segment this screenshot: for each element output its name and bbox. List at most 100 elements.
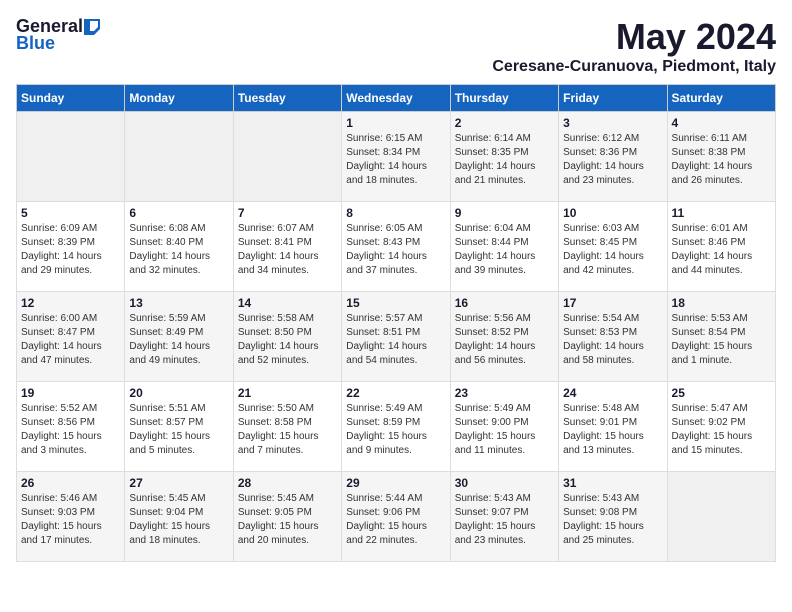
calendar-cell: 26Sunrise: 5:46 AM Sunset: 9:03 PM Dayli… <box>17 472 125 562</box>
calendar-cell: 31 Sunrise: 5:43 AM Sunset: 9:08 PM Dayli… <box>559 472 667 562</box>
day-info: Sunrise: 6:05 AM Sunset: 8:43 PM Dayligh… <box>346 222 445 278</box>
location-title: Ceresane-Curanuova, Piedmont, Italy <box>492 58 776 76</box>
calendar-body: 1 Sunrise: 6:15 AM Sunset: 8:34 PM Daylig… <box>17 112 776 562</box>
day-info: Sunrise: 5:50 AM Sunset: 8:58 PM Dayligh… <box>238 402 337 458</box>
day-info: Sunrise: 5:47 AM Sunset: 9:02 PM Dayligh… <box>672 402 771 458</box>
day-number: 17 <box>563 296 662 310</box>
day-number: 15 <box>346 296 445 310</box>
calendar-week-row: 5 Sunrise: 6:09 AM Sunset: 8:39 PM Daylig… <box>17 202 776 292</box>
calendar-table: SundayMondayTuesdayWednesdayThursdayFrid… <box>16 84 776 562</box>
calendar-cell: 14 Sunrise: 5:58 AM Sunset: 8:50 PM Dayli… <box>233 292 341 382</box>
day-info: Sunrise: 5:46 AM Sunset: 9:03 PM Dayligh… <box>21 492 120 548</box>
calendar-cell <box>233 112 341 202</box>
calendar-cell: 7 Sunrise: 6:07 AM Sunset: 8:41 PM Daylig… <box>233 202 341 292</box>
day-number: 6 <box>129 206 228 220</box>
day-info: Sunrise: 5:49 AM Sunset: 9:00 PM Dayligh… <box>455 402 554 458</box>
calendar-week-row: 19Sunrise: 5:52 AM Sunset: 8:56 PM Dayli… <box>17 382 776 472</box>
weekday-header-saturday: Saturday <box>667 85 775 112</box>
calendar-cell: 3 Sunrise: 6:12 AM Sunset: 8:36 PM Daylig… <box>559 112 667 202</box>
day-number: 11 <box>672 206 771 220</box>
calendar-header: SundayMondayTuesdayWednesdayThursdayFrid… <box>17 85 776 112</box>
weekday-header-row: SundayMondayTuesdayWednesdayThursdayFrid… <box>17 85 776 112</box>
day-number: 20 <box>129 386 228 400</box>
day-number: 29 <box>346 476 445 490</box>
day-number: 5 <box>21 206 120 220</box>
calendar-cell <box>125 112 233 202</box>
day-number: 7 <box>238 206 337 220</box>
page-header: General Blue May 2024 Ceresane-Curanuova… <box>16 16 776 76</box>
day-number: 31 <box>563 476 662 490</box>
calendar-cell: 28 Sunrise: 5:45 AM Sunset: 9:05 PM Dayli… <box>233 472 341 562</box>
calendar-cell: 23 Sunrise: 5:49 AM Sunset: 9:00 PM Dayli… <box>450 382 558 472</box>
day-number: 25 <box>672 386 771 400</box>
day-info: Sunrise: 5:56 AM Sunset: 8:52 PM Dayligh… <box>455 312 554 368</box>
day-info: Sunrise: 5:53 AM Sunset: 8:54 PM Dayligh… <box>672 312 771 368</box>
day-info: Sunrise: 5:45 AM Sunset: 9:04 PM Dayligh… <box>129 492 228 548</box>
logo-blue: Blue <box>16 33 55 54</box>
calendar-cell: 24 Sunrise: 5:48 AM Sunset: 9:01 PM Dayli… <box>559 382 667 472</box>
calendar-cell: 9 Sunrise: 6:04 AM Sunset: 8:44 PM Daylig… <box>450 202 558 292</box>
day-number: 10 <box>563 206 662 220</box>
day-number: 3 <box>563 116 662 130</box>
day-info: Sunrise: 5:49 AM Sunset: 8:59 PM Dayligh… <box>346 402 445 458</box>
calendar-cell <box>17 112 125 202</box>
day-number: 22 <box>346 386 445 400</box>
day-info: Sunrise: 6:07 AM Sunset: 8:41 PM Dayligh… <box>238 222 337 278</box>
calendar-cell: 30Sunrise: 5:43 AM Sunset: 9:07 PM Dayli… <box>450 472 558 562</box>
day-info: Sunrise: 5:58 AM Sunset: 8:50 PM Dayligh… <box>238 312 337 368</box>
calendar-cell: 29 Sunrise: 5:44 AM Sunset: 9:06 PM Dayli… <box>342 472 450 562</box>
day-info: Sunrise: 5:59 AM Sunset: 8:49 PM Dayligh… <box>129 312 228 368</box>
day-info: Sunrise: 6:04 AM Sunset: 8:44 PM Dayligh… <box>455 222 554 278</box>
day-number: 18 <box>672 296 771 310</box>
calendar-cell: 4Sunrise: 6:11 AM Sunset: 8:38 PM Daylig… <box>667 112 775 202</box>
day-number: 28 <box>238 476 337 490</box>
day-info: Sunrise: 6:12 AM Sunset: 8:36 PM Dayligh… <box>563 132 662 188</box>
day-number: 27 <box>129 476 228 490</box>
calendar-cell: 16 Sunrise: 5:56 AM Sunset: 8:52 PM Dayli… <box>450 292 558 382</box>
day-number: 9 <box>455 206 554 220</box>
day-info: Sunrise: 6:01 AM Sunset: 8:46 PM Dayligh… <box>672 222 771 278</box>
weekday-header-sunday: Sunday <box>17 85 125 112</box>
weekday-header-tuesday: Tuesday <box>233 85 341 112</box>
month-title: May 2024 <box>492 16 776 58</box>
day-info: Sunrise: 5:43 AM Sunset: 9:08 PM Dayligh… <box>563 492 662 548</box>
logo-icon <box>84 19 100 35</box>
day-info: Sunrise: 5:48 AM Sunset: 9:01 PM Dayligh… <box>563 402 662 458</box>
day-info: Sunrise: 6:14 AM Sunset: 8:35 PM Dayligh… <box>455 132 554 188</box>
calendar-cell: 27 Sunrise: 5:45 AM Sunset: 9:04 PM Dayli… <box>125 472 233 562</box>
calendar-week-row: 1 Sunrise: 6:15 AM Sunset: 8:34 PM Daylig… <box>17 112 776 202</box>
day-info: Sunrise: 5:54 AM Sunset: 8:53 PM Dayligh… <box>563 312 662 368</box>
calendar-week-row: 12Sunrise: 6:00 AM Sunset: 8:47 PM Dayli… <box>17 292 776 382</box>
day-info: Sunrise: 5:44 AM Sunset: 9:06 PM Dayligh… <box>346 492 445 548</box>
day-info: Sunrise: 5:57 AM Sunset: 8:51 PM Dayligh… <box>346 312 445 368</box>
calendar-cell: 1 Sunrise: 6:15 AM Sunset: 8:34 PM Daylig… <box>342 112 450 202</box>
day-number: 30 <box>455 476 554 490</box>
logo: General Blue <box>16 16 101 54</box>
day-info: Sunrise: 6:09 AM Sunset: 8:39 PM Dayligh… <box>21 222 120 278</box>
day-number: 1 <box>346 116 445 130</box>
day-number: 14 <box>238 296 337 310</box>
day-info: Sunrise: 6:15 AM Sunset: 8:34 PM Dayligh… <box>346 132 445 188</box>
day-number: 12 <box>21 296 120 310</box>
calendar-cell <box>667 472 775 562</box>
calendar-cell: 11 Sunrise: 6:01 AM Sunset: 8:46 PM Dayli… <box>667 202 775 292</box>
calendar-cell: 17 Sunrise: 5:54 AM Sunset: 8:53 PM Dayli… <box>559 292 667 382</box>
day-info: Sunrise: 6:03 AM Sunset: 8:45 PM Dayligh… <box>563 222 662 278</box>
calendar-cell: 25 Sunrise: 5:47 AM Sunset: 9:02 PM Dayli… <box>667 382 775 472</box>
day-number: 23 <box>455 386 554 400</box>
day-number: 4 <box>672 116 771 130</box>
day-number: 16 <box>455 296 554 310</box>
title-block: May 2024 Ceresane-Curanuova, Piedmont, I… <box>492 16 776 76</box>
calendar-cell: 19Sunrise: 5:52 AM Sunset: 8:56 PM Dayli… <box>17 382 125 472</box>
calendar-cell: 10 Sunrise: 6:03 AM Sunset: 8:45 PM Dayli… <box>559 202 667 292</box>
calendar-cell: 8Sunrise: 6:05 AM Sunset: 8:43 PM Daylig… <box>342 202 450 292</box>
calendar-cell: 22 Sunrise: 5:49 AM Sunset: 8:59 PM Dayli… <box>342 382 450 472</box>
calendar-cell: 21Sunrise: 5:50 AM Sunset: 8:58 PM Dayli… <box>233 382 341 472</box>
calendar-cell: 15 Sunrise: 5:57 AM Sunset: 8:51 PM Dayli… <box>342 292 450 382</box>
weekday-header-monday: Monday <box>125 85 233 112</box>
calendar-cell: 12Sunrise: 6:00 AM Sunset: 8:47 PM Dayli… <box>17 292 125 382</box>
weekday-header-friday: Friday <box>559 85 667 112</box>
day-number: 13 <box>129 296 228 310</box>
day-info: Sunrise: 5:45 AM Sunset: 9:05 PM Dayligh… <box>238 492 337 548</box>
day-number: 24 <box>563 386 662 400</box>
